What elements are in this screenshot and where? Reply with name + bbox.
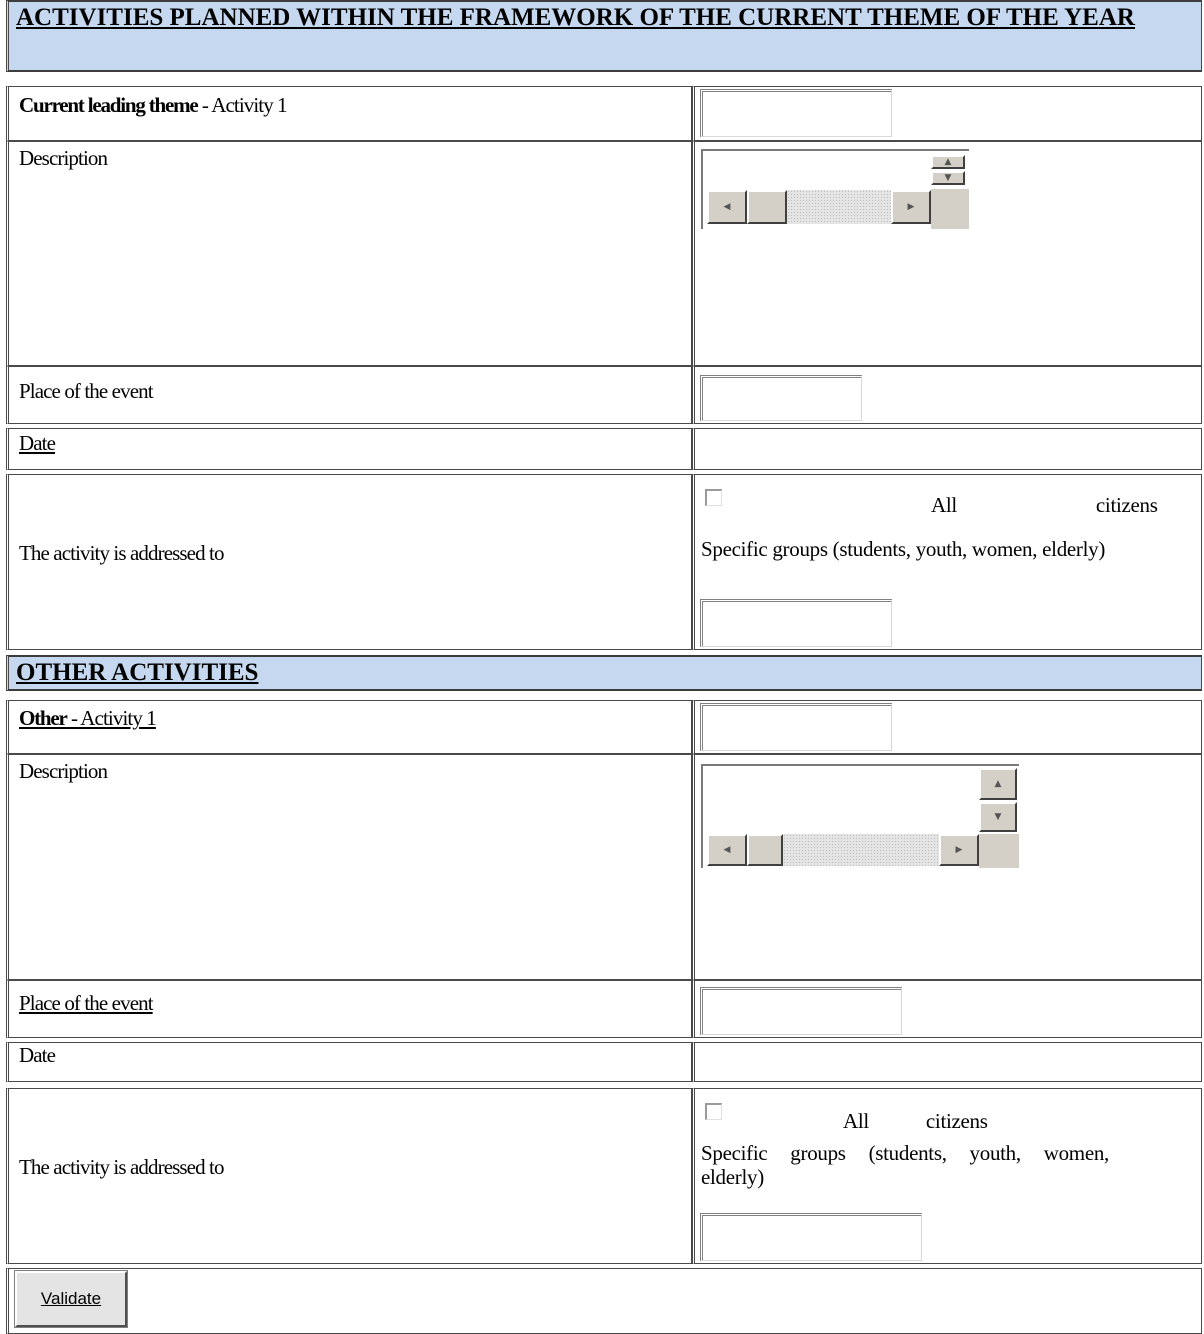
other-activity-label-cell: Other - Activity 1 [6, 700, 692, 754]
activity-label-cell: Current leading theme - Activity 1 [6, 86, 692, 141]
other-all-citizens-option: All citizens [843, 1109, 1083, 1133]
other-activity-label: Other - Activity 1 [19, 706, 157, 730]
specific-groups-input[interactable] [700, 599, 892, 647]
activity-name-input[interactable] [700, 89, 892, 137]
other-date-value-cell [692, 1042, 1202, 1082]
section-title-theme: ACTIVITIES PLANNED WITHIN THE FRAMEWORK … [16, 4, 1135, 31]
description-label-cell: Description [6, 141, 692, 366]
other-specific-groups-input[interactable] [700, 1213, 922, 1261]
all-citizens-label: All citizens [931, 493, 1158, 517]
all-citizens-checkbox[interactable] [705, 489, 722, 506]
scrollbar-corner [979, 834, 1019, 868]
activity-label-suffix: - Activity 1 [197, 93, 288, 117]
validate-button[interactable]: Validate [14, 1270, 128, 1328]
other-place-label: Place of the event [19, 991, 154, 1015]
scroll-up-icon[interactable]: ▲ [979, 768, 1017, 800]
scrollbar-corner [931, 189, 969, 229]
other-place-label-cell: Place of the event [6, 980, 692, 1038]
section-header-other: OTHER ACTIVITIES [6, 655, 1202, 691]
place-input[interactable] [700, 375, 862, 421]
other-activity-value-cell [692, 700, 1202, 754]
scroll-down-icon[interactable]: ▼ [931, 171, 965, 185]
other-addressed-label: The activity is addressed to [19, 1155, 224, 1179]
other-activity-name-input[interactable] [700, 703, 892, 751]
description-textarea[interactable]: ▲ ▼ ◀ ▶ [701, 149, 969, 229]
other-addressed-label-cell: The activity is addressed to [6, 1088, 692, 1264]
section-title-other: OTHER ACTIVITIES [16, 659, 259, 686]
activity-label-bold: Current leading theme [19, 93, 199, 117]
date-label: Date [19, 431, 56, 455]
all-citizens-option: All citizens [931, 493, 1191, 517]
activity-value-cell [692, 86, 1202, 141]
addressed-label: The activity is addressed to [19, 541, 224, 565]
addressed-value-cell: All citizens Specific groups (students, … [692, 474, 1202, 650]
other-place-value-cell [692, 980, 1202, 1038]
activity-label: Current leading theme - Activity 1 [19, 93, 288, 117]
other-specific-groups-label: Specific groups (students, youth, women,… [701, 1141, 1109, 1189]
other-date-label: Date [19, 1043, 56, 1067]
other-description-textarea[interactable]: ▲ ▼ ◀ ▶ [701, 764, 1019, 868]
scroll-down-icon[interactable]: ▼ [979, 802, 1017, 832]
scroll-up-icon[interactable]: ▲ [931, 155, 965, 169]
scroll-track-horizontal[interactable] [783, 834, 939, 866]
description-label: Description [19, 146, 108, 170]
other-activity-label-suffix: - Activity 1 [66, 706, 157, 730]
scroll-track-horizontal[interactable] [787, 190, 891, 224]
other-description-label-cell: Description [6, 754, 692, 980]
addressed-label-cell: The activity is addressed to [6, 474, 692, 650]
scroll-thumb-horizontal[interactable] [747, 190, 787, 224]
scroll-right-icon[interactable]: ▶ [891, 190, 931, 224]
other-all-citizens-checkbox[interactable] [705, 1103, 722, 1120]
date-label-cell: Date [6, 428, 692, 470]
description-value-cell: ▲ ▼ ◀ ▶ [692, 141, 1202, 366]
scroll-left-icon[interactable]: ◀ [707, 190, 747, 224]
other-addressed-value-cell: All citizens Specific groups (students, … [692, 1088, 1202, 1264]
scroll-left-icon[interactable]: ◀ [707, 834, 747, 866]
other-activity-label-bold: Other [19, 706, 68, 730]
place-label-cell: Place of the event [6, 366, 692, 424]
date-value-cell [692, 428, 1202, 470]
validate-cell: Validate [6, 1268, 1202, 1334]
other-date-label-cell: Date [6, 1042, 692, 1082]
scroll-thumb-horizontal[interactable] [747, 834, 783, 866]
other-all-citizens-label: All citizens [843, 1109, 988, 1133]
scroll-right-icon[interactable]: ▶ [939, 834, 979, 866]
place-label: Place of the event [19, 379, 154, 403]
place-value-cell [692, 366, 1202, 424]
specific-groups-label: Specific groups (students, youth, women,… [701, 537, 1106, 561]
other-description-label: Description [19, 759, 108, 783]
other-description-value-cell: ▲ ▼ ◀ ▶ [692, 754, 1202, 980]
section-header-theme: ACTIVITIES PLANNED WITHIN THE FRAMEWORK … [6, 0, 1202, 72]
other-place-input[interactable] [700, 987, 902, 1035]
